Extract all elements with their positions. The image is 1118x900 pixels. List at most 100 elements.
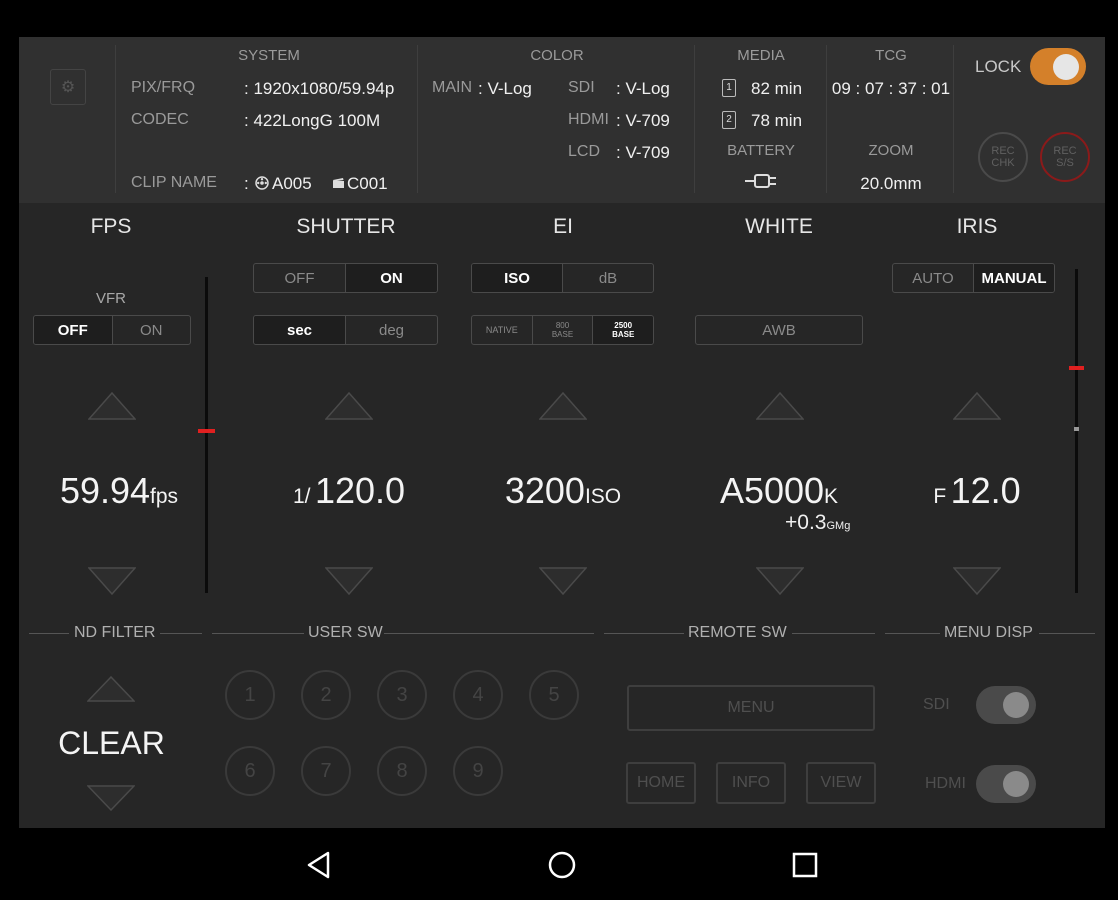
shutter-deg-option[interactable]: deg bbox=[345, 316, 437, 344]
divider bbox=[212, 633, 304, 634]
remote-info-button[interactable]: INFO bbox=[716, 762, 786, 804]
vfr-off-option[interactable]: OFF bbox=[34, 316, 112, 344]
shutter-up-arrow[interactable] bbox=[325, 392, 373, 420]
divider bbox=[953, 45, 954, 193]
ei-2500-b: BASE bbox=[612, 330, 635, 339]
color-title: COLOR bbox=[530, 47, 584, 64]
remote-sw-title: REMOTE SW bbox=[688, 624, 787, 641]
settings-button[interactable]: ⚙ bbox=[50, 69, 86, 105]
user-sw-7-button[interactable]: 7 bbox=[301, 746, 351, 796]
ei-up-arrow[interactable] bbox=[539, 392, 587, 420]
white-gmg-offset: +0.3GMg bbox=[785, 511, 850, 535]
user-sw-6-button[interactable]: 6 bbox=[225, 746, 275, 796]
fps-up-arrow[interactable] bbox=[88, 392, 136, 420]
nd-up-arrow[interactable] bbox=[87, 676, 135, 702]
recents-icon[interactable] bbox=[791, 851, 819, 879]
iris-slider[interactable] bbox=[1069, 269, 1084, 593]
shutter-off-option[interactable]: OFF bbox=[254, 264, 345, 292]
remote-view-button[interactable]: VIEW bbox=[806, 762, 876, 804]
tcg-title: TCG bbox=[875, 47, 907, 64]
back-icon[interactable] bbox=[304, 850, 334, 880]
system-title: SYSTEM bbox=[238, 47, 300, 64]
nd-filter-value: CLEAR bbox=[58, 725, 165, 761]
rec-chk-line1: REC bbox=[991, 145, 1015, 157]
ei-native-option[interactable]: NATIVE bbox=[472, 316, 532, 344]
menu-disp-sdi-toggle[interactable] bbox=[976, 686, 1036, 724]
user-sw-4-button[interactable]: 4 bbox=[453, 670, 503, 720]
menu-disp-hdmi-toggle[interactable] bbox=[976, 765, 1036, 803]
lcd-value: : V-709 bbox=[616, 143, 670, 162]
ei-base-segmented: NATIVE 800 BASE 2500 BASE bbox=[471, 315, 654, 345]
divider bbox=[792, 633, 875, 634]
sdi-value: : V-Log bbox=[616, 79, 670, 98]
vfr-segmented: OFF ON bbox=[33, 315, 191, 345]
codec-label: CODEC bbox=[131, 111, 189, 128]
zoom-value: 20.0mm bbox=[860, 174, 922, 193]
user-sw-5-button[interactable]: 5 bbox=[529, 670, 579, 720]
lock-toggle[interactable] bbox=[1030, 48, 1086, 85]
ei-number: 3200 bbox=[504, 470, 585, 511]
home-icon[interactable] bbox=[547, 850, 577, 880]
fps-down-arrow[interactable] bbox=[88, 567, 136, 595]
divider bbox=[826, 45, 827, 193]
fps-title: FPS bbox=[90, 215, 132, 238]
white-up-arrow[interactable] bbox=[756, 392, 804, 420]
user-sw-3-button[interactable]: 3 bbox=[377, 670, 427, 720]
shutter-sec-option[interactable]: sec bbox=[254, 316, 345, 344]
rec-ss-line1: REC bbox=[1053, 145, 1077, 157]
nd-filter-title: ND FILTER bbox=[74, 624, 156, 641]
vfr-on-option[interactable]: ON bbox=[111, 316, 191, 344]
remote-home-button[interactable]: HOME bbox=[626, 762, 696, 804]
divider bbox=[604, 633, 684, 634]
menu-disp-hdmi-label: HDMI bbox=[925, 775, 966, 792]
shutter-on-option[interactable]: ON bbox=[345, 264, 437, 292]
iris-slider-marker[interactable] bbox=[1069, 366, 1084, 370]
iris-auto-option[interactable]: AUTO bbox=[893, 264, 973, 292]
ei-down-arrow[interactable] bbox=[539, 567, 587, 595]
iris-number: 12.0 bbox=[950, 470, 1021, 511]
ei-2500-a: 2500 bbox=[614, 321, 633, 330]
divider bbox=[29, 633, 69, 634]
timecode-value: 09 : 07 : 37 : 01 bbox=[831, 79, 951, 98]
menu-disp-sdi-label: SDI bbox=[923, 696, 950, 713]
ei-2500-base-option[interactable]: 2500 BASE bbox=[592, 316, 653, 344]
media-title: MEDIA bbox=[737, 47, 785, 64]
user-sw-8-button[interactable]: 8 bbox=[377, 746, 427, 796]
white-title: WHITE bbox=[745, 215, 813, 238]
vfr-label: VFR bbox=[96, 290, 126, 307]
iris-prefix: F bbox=[933, 485, 947, 508]
divider bbox=[384, 633, 594, 634]
fps-slider[interactable] bbox=[198, 277, 215, 593]
ei-title: EI bbox=[553, 215, 573, 238]
user-sw-9-button[interactable]: 9 bbox=[453, 746, 503, 796]
ei-800-base-option[interactable]: 800 BASE bbox=[531, 316, 593, 344]
divider bbox=[160, 633, 202, 634]
rec-start-stop-button[interactable]: REC S/S bbox=[1040, 132, 1090, 182]
ei-800-b: BASE bbox=[551, 330, 574, 339]
shutter-down-arrow[interactable] bbox=[325, 567, 373, 595]
gmg-unit: GMg bbox=[826, 520, 851, 532]
ei-db-option[interactable]: dB bbox=[562, 264, 653, 292]
clip-number: C001 bbox=[347, 174, 388, 193]
rec-check-button[interactable]: REC CHK bbox=[978, 132, 1028, 182]
awb-button[interactable]: AWB bbox=[695, 315, 863, 345]
iris-up-arrow[interactable] bbox=[953, 392, 1001, 420]
shutter-onoff-segmented: OFF ON bbox=[253, 263, 438, 293]
ei-iso-option[interactable]: ISO bbox=[472, 264, 562, 292]
status-header: ⚙ SYSTEM PIX/FRQ : 1920x1080/59.94p CODE… bbox=[19, 37, 1105, 203]
remote-menu-button[interactable]: MENU bbox=[627, 685, 875, 731]
iris-manual-option[interactable]: MANUAL bbox=[973, 264, 1054, 292]
user-sw-1-button[interactable]: 1 bbox=[225, 670, 275, 720]
clip-reel: A005 bbox=[272, 174, 312, 193]
user-sw-2-button[interactable]: 2 bbox=[301, 670, 351, 720]
nd-down-arrow[interactable] bbox=[87, 785, 135, 811]
iris-down-arrow[interactable] bbox=[953, 567, 1001, 595]
main-value: : V-Log bbox=[478, 79, 532, 98]
fps-slider-marker[interactable] bbox=[198, 429, 215, 433]
white-down-arrow[interactable] bbox=[756, 567, 804, 595]
clip-name-label: CLIP NAME bbox=[131, 174, 217, 191]
white-unit: K bbox=[824, 485, 839, 508]
shutter-number: 120.0 bbox=[314, 470, 406, 511]
battery-title: BATTERY bbox=[727, 142, 795, 159]
pixfrq-label: PIX/FRQ bbox=[131, 79, 196, 96]
